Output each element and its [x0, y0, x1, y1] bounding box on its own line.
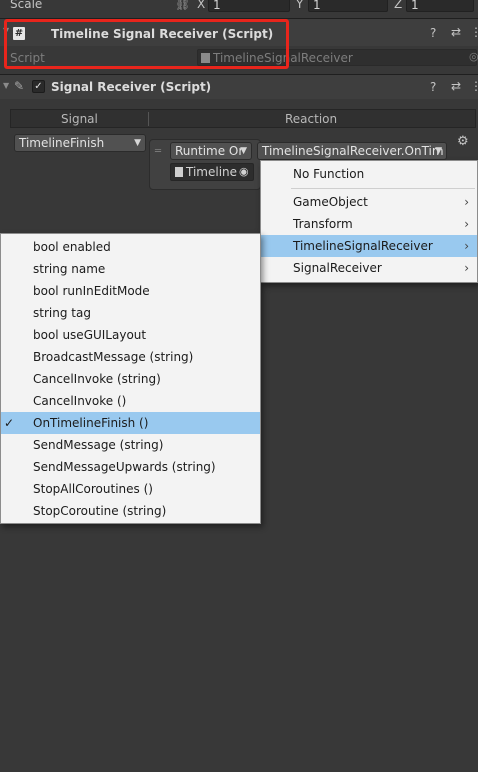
menu-item-method[interactable]: StopCoroutine (string) [1, 500, 260, 522]
signal-value: TimelineFinish [19, 136, 105, 150]
chevron-right-icon: › [464, 261, 469, 275]
column-reaction: Reaction [285, 112, 338, 126]
menu-item-label: bool enabled [33, 240, 111, 254]
checkmark-icon: ✓ [4, 416, 15, 430]
enabled-checkbox[interactable]: ✓ [32, 80, 45, 93]
chevron-right-icon: › [464, 217, 469, 231]
menu-item-method[interactable]: CancelInvoke (string) [1, 368, 260, 390]
highlight-box [4, 19, 289, 69]
menu-item-label: StopAllCoroutines () [33, 482, 153, 496]
menu-item-method[interactable]: BroadcastMessage (string) [1, 346, 260, 368]
drag-handle-icon[interactable]: ═ [155, 146, 161, 157]
menu-item-label: bool runInEditMode [33, 284, 150, 298]
gear-icon[interactable]: ⚙ [457, 134, 469, 149]
menu-item-label: OnTimelineFinish () [33, 416, 149, 430]
menu-item-method[interactable]: bool enabled [1, 236, 260, 258]
menu-item-label: SignalReceiver [293, 261, 382, 275]
signal-table-header: Signal Reaction [10, 109, 476, 128]
scale-z-label: Z [394, 0, 403, 11]
transform-scale-row: Scale ⛓ X 1 Y 1 Z 1 [0, 0, 478, 14]
chevron-down-icon: ▼ [134, 138, 141, 148]
link-off-icon[interactable]: ⛓ [175, 0, 190, 11]
menu-item-method[interactable]: bool runInEditMode [1, 280, 260, 302]
scale-label: Scale [10, 0, 43, 11]
menu-item-method[interactable]: string tag [1, 302, 260, 324]
menu-item-label: StopCoroutine (string) [33, 504, 167, 518]
function-dropdown[interactable]: TimelineSignalReceiver.OnTim ▼ [257, 142, 447, 160]
scale-y-label: Y [296, 0, 304, 11]
scale-x-label: X [197, 0, 206, 11]
menu-item-label: SendMessageUpwards (string) [33, 460, 216, 474]
menu-item-method[interactable]: SendMessage (string) [1, 434, 260, 456]
signal-receiver-icon: ✎ [14, 79, 25, 93]
runtime-mode-dropdown[interactable]: Runtime Or ▼ [170, 142, 252, 160]
menu-item-label: Transform [293, 217, 353, 231]
menu-item-gameobject[interactable]: GameObject › [261, 191, 477, 213]
help-icon[interactable]: ? [430, 80, 436, 94]
runtime-mode-value: Runtime Or [175, 144, 244, 158]
component-menu: No Function GameObject › Transform › Timel… [260, 160, 478, 283]
menu-item-label: CancelInvoke () [33, 394, 127, 408]
menu-item-method[interactable]: CancelInvoke () [1, 390, 260, 412]
component-title: Signal Receiver (Script) [51, 80, 212, 94]
chevron-right-icon: › [464, 195, 469, 209]
timeline-asset-icon [175, 167, 183, 177]
object-picker-icon[interactable]: ◉ [239, 164, 249, 180]
menu-item-method[interactable]: StopAllCoroutines () [1, 478, 260, 500]
menu-separator [291, 188, 475, 189]
menu-item-signal-receiver[interactable]: SignalReceiver › [261, 257, 477, 279]
presets-icon[interactable]: ⇄ [451, 25, 461, 39]
chevron-down-icon: ▼ [240, 146, 247, 156]
more-options-icon[interactable]: ⋮ [470, 79, 478, 93]
scale-y-field[interactable]: 1 [308, 0, 388, 12]
menu-item-label: TimelineSignalReceiver [293, 239, 433, 253]
menu-item-label: string tag [33, 306, 91, 320]
signal-dropdown[interactable]: TimelineFinish ▼ [14, 134, 146, 152]
menu-item-label: CancelInvoke (string) [33, 372, 161, 386]
object-field[interactable]: Timeline ◉ [170, 163, 254, 181]
menu-item-timeline-signal-receiver[interactable]: TimelineSignalReceiver › [261, 235, 477, 257]
menu-item-label: No Function [293, 167, 365, 181]
menu-item-method[interactable]: string name [1, 258, 260, 280]
object-picker-icon: ◎ [469, 50, 478, 63]
object-value: Timeline [186, 165, 238, 179]
scale-z-field[interactable]: 1 [406, 0, 474, 12]
chevron-down-icon: ▼ [435, 146, 442, 156]
menu-item-method[interactable]: SendMessageUpwards (string) [1, 456, 260, 478]
chevron-right-icon: › [464, 239, 469, 253]
menu-item-label: GameObject [293, 195, 368, 209]
signal-receiver-header[interactable]: ▼ ✎ ✓ Signal Receiver (Script) ? ⇄ ⋮ [0, 74, 478, 99]
menu-item-method-selected[interactable]: ✓ OnTimelineFinish () [1, 412, 260, 434]
menu-item-label: string name [33, 262, 106, 276]
method-menu: bool enabled string name bool runInEditM… [0, 233, 261, 524]
menu-item-label: bool useGUILayout [33, 328, 147, 342]
function-value: TimelineSignalReceiver.OnTim [262, 144, 444, 158]
column-signal: Signal [61, 112, 98, 126]
column-divider [148, 112, 149, 126]
presets-icon[interactable]: ⇄ [451, 79, 461, 93]
menu-item-no-function[interactable]: No Function [261, 163, 477, 185]
menu-item-label: BroadcastMessage (string) [33, 350, 194, 364]
more-options-icon[interactable]: ⋮ [470, 25, 478, 39]
help-icon[interactable]: ? [430, 26, 436, 40]
foldout-arrow-icon[interactable]: ▼ [3, 81, 9, 90]
menu-item-label: SendMessage (string) [33, 438, 164, 452]
scale-x-field[interactable]: 1 [208, 0, 290, 12]
menu-item-transform[interactable]: Transform › [261, 213, 477, 235]
menu-item-method[interactable]: bool useGUILayout [1, 324, 260, 346]
